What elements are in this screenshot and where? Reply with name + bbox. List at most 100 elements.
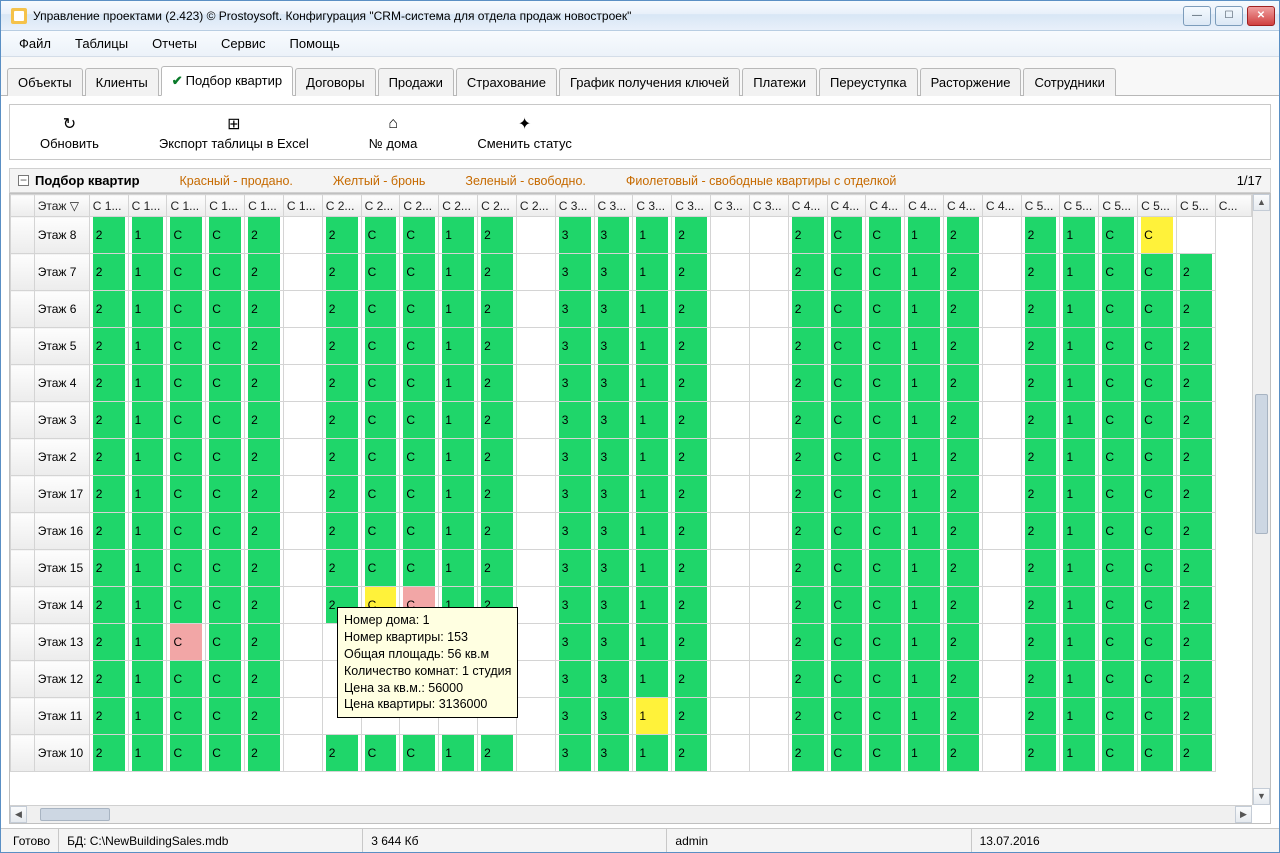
grid-cell[interactable]: 2 xyxy=(672,550,711,587)
grid-cell[interactable]: 2 xyxy=(322,476,361,513)
grid-cell[interactable] xyxy=(711,328,750,365)
column-header[interactable]: С 5... xyxy=(1138,195,1177,217)
grid-cell[interactable]: 2 xyxy=(1176,365,1215,402)
collapse-icon[interactable] xyxy=(18,175,29,186)
grid-cell[interactable]: C xyxy=(1099,587,1138,624)
grid-cell[interactable]: 2 xyxy=(322,365,361,402)
grid-cell[interactable]: 2 xyxy=(245,476,284,513)
grid-cell[interactable]: C xyxy=(167,254,206,291)
grid-cell[interactable]: 2 xyxy=(245,735,284,772)
grid-cell[interactable]: 1 xyxy=(905,661,944,698)
grid-cell[interactable] xyxy=(749,402,788,439)
grid-cell[interactable]: 2 xyxy=(89,513,128,550)
grid-cell[interactable]: 1 xyxy=(633,661,672,698)
grid-cell[interactable]: 1 xyxy=(1060,698,1099,735)
grid-cell[interactable]: C xyxy=(827,698,866,735)
grid-cell[interactable]: 2 xyxy=(788,513,827,550)
grid-cell[interactable] xyxy=(982,291,1021,328)
grid-cell[interactable] xyxy=(749,550,788,587)
grid-cell[interactable]: 2 xyxy=(245,365,284,402)
grid-cell[interactable] xyxy=(283,550,322,587)
grid-cell[interactable]: 2 xyxy=(322,735,361,772)
vscroll-thumb[interactable] xyxy=(1255,394,1268,534)
grid-cell[interactable]: C xyxy=(167,513,206,550)
grid-cell[interactable]: 3 xyxy=(594,439,633,476)
grid-cell[interactable]: 2 xyxy=(1021,624,1060,661)
grid-cell[interactable] xyxy=(283,365,322,402)
grid-cell[interactable] xyxy=(982,624,1021,661)
grid-cell[interactable]: 2 xyxy=(1021,217,1060,254)
grid-cell[interactable] xyxy=(516,587,555,624)
grid-cell[interactable]: 2 xyxy=(245,402,284,439)
grid-cell[interactable] xyxy=(516,291,555,328)
grid-cell[interactable] xyxy=(749,661,788,698)
grid-cell[interactable]: C xyxy=(206,661,245,698)
grid-cell[interactable]: 3 xyxy=(594,550,633,587)
grid-cell[interactable]: 2 xyxy=(788,365,827,402)
grid-cell[interactable]: 2 xyxy=(89,698,128,735)
grid-cell[interactable]: 2 xyxy=(1021,587,1060,624)
grid-cell[interactable] xyxy=(982,698,1021,735)
grid-cell[interactable]: 1 xyxy=(633,291,672,328)
grid-cell[interactable]: 1 xyxy=(1060,513,1099,550)
grid-cell[interactable]: 1 xyxy=(128,402,167,439)
grid-cell[interactable]: C xyxy=(1138,661,1177,698)
apartments-grid[interactable]: Этаж ▽С 1...С 1...С 1...С 1...С 1...С 1.… xyxy=(10,194,1252,772)
grid-cell[interactable]: C xyxy=(1138,513,1177,550)
grid-cell[interactable]: C xyxy=(1138,735,1177,772)
grid-cell[interactable]: C xyxy=(827,661,866,698)
grid-cell[interactable]: C xyxy=(1138,254,1177,291)
grid-cell[interactable]: C xyxy=(206,328,245,365)
column-header[interactable]: С 5... xyxy=(1099,195,1138,217)
grid-cell[interactable]: C xyxy=(206,698,245,735)
grid-cell[interactable]: C xyxy=(866,550,905,587)
grid-cell[interactable]: 1 xyxy=(439,513,478,550)
grid-cell[interactable]: 2 xyxy=(1021,439,1060,476)
minimize-button[interactable] xyxy=(1183,6,1211,26)
table-row[interactable]: Этаж 521CC22CC1233122CC1221CC2 xyxy=(11,328,1252,365)
grid-cell[interactable]: 2 xyxy=(1021,254,1060,291)
grid-cell[interactable]: 2 xyxy=(944,587,983,624)
tab-1[interactable]: Клиенты xyxy=(85,68,159,96)
grid-cell[interactable]: 3 xyxy=(594,587,633,624)
grid-cell[interactable]: C xyxy=(1099,254,1138,291)
grid-cell[interactable] xyxy=(516,402,555,439)
grid-cell[interactable]: 1 xyxy=(633,439,672,476)
grid-cell[interactable] xyxy=(283,735,322,772)
grid-cell[interactable]: 1 xyxy=(439,291,478,328)
grid-cell[interactable]: C xyxy=(361,217,400,254)
grid-cell[interactable]: C xyxy=(167,550,206,587)
grid-cell[interactable] xyxy=(711,587,750,624)
grid-cell[interactable]: 2 xyxy=(1021,402,1060,439)
grid-cell[interactable] xyxy=(982,328,1021,365)
maximize-button[interactable] xyxy=(1215,6,1243,26)
grid-cell[interactable]: 1 xyxy=(1060,587,1099,624)
tab-2[interactable]: ✔Подбор квартир xyxy=(161,66,293,96)
grid-cell[interactable]: 2 xyxy=(322,550,361,587)
grid-cell[interactable]: C xyxy=(167,476,206,513)
grid-cell[interactable]: C xyxy=(1138,624,1177,661)
grid-cell[interactable]: C xyxy=(827,254,866,291)
grid-cell[interactable]: 1 xyxy=(128,513,167,550)
grid-cell[interactable]: 2 xyxy=(672,735,711,772)
column-header[interactable]: С 2... xyxy=(516,195,555,217)
grid-cell[interactable]: C xyxy=(206,550,245,587)
grid-cell[interactable]: C xyxy=(361,291,400,328)
grid-cell[interactable]: C xyxy=(1099,513,1138,550)
grid-cell[interactable]: 3 xyxy=(555,365,594,402)
grid-cell[interactable]: C xyxy=(206,439,245,476)
grid-cell[interactable]: C xyxy=(1099,402,1138,439)
grid-cell[interactable]: 1 xyxy=(1060,624,1099,661)
scroll-left-icon[interactable] xyxy=(10,806,27,823)
grid-cell[interactable]: 2 xyxy=(672,476,711,513)
grid-cell[interactable]: 2 xyxy=(788,328,827,365)
grid-cell[interactable]: 2 xyxy=(1021,513,1060,550)
grid-cell[interactable]: 1 xyxy=(905,439,944,476)
grid-cell[interactable] xyxy=(749,217,788,254)
grid-cell[interactable]: 2 xyxy=(1021,476,1060,513)
grid-cell[interactable]: C xyxy=(1099,550,1138,587)
grid-cell[interactable]: C xyxy=(361,328,400,365)
grid-cell[interactable]: 2 xyxy=(1021,365,1060,402)
grid-cell[interactable]: 1 xyxy=(633,365,672,402)
grid-cell[interactable]: 2 xyxy=(1021,698,1060,735)
